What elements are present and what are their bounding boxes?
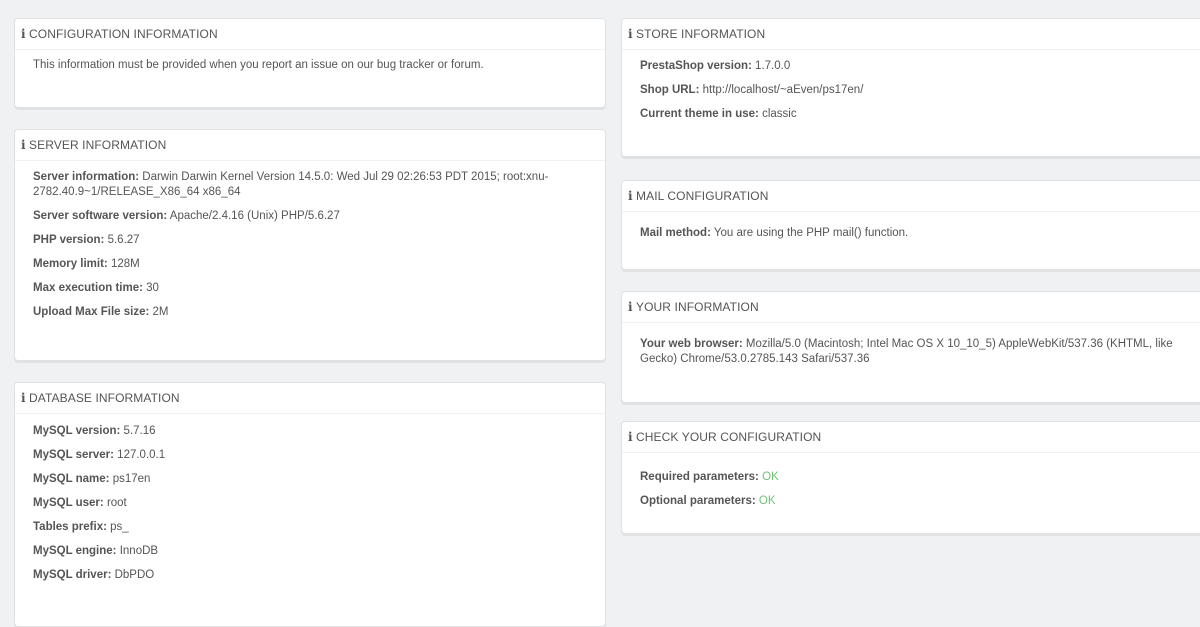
info-row: Memory limit: 128M [33, 257, 587, 272]
check-configuration-panel: i CHECK YOUR CONFIGURATION Required param… [621, 421, 1200, 534]
info-row: Optional parameters: OK [640, 494, 1191, 509]
info-row: MySQL name: ps17en [33, 472, 587, 487]
info-label: Max execution time: [33, 282, 143, 294]
info-row: PrestaShop version: 1.7.0.0 [640, 59, 1191, 74]
info-value: 127.0.0.1 [117, 449, 166, 461]
info-label: Mail method: [640, 227, 711, 239]
info-label: MySQL name: [33, 473, 110, 485]
info-icon: i [21, 138, 26, 152]
info-icon: i [628, 189, 633, 203]
server-information-panel: i SERVER INFORMATION Server information: … [14, 129, 606, 361]
panel-heading: i STORE INFORMATION [622, 19, 1200, 50]
info-label: Server information: [33, 171, 140, 183]
panel-body: Mail method: You are using the PHP mail(… [622, 212, 1200, 256]
info-label: Upload Max File size: [33, 306, 150, 318]
info-label: Optional parameters: [640, 495, 756, 507]
info-label: MySQL driver: [33, 569, 112, 581]
info-label: MySQL server: [33, 449, 114, 461]
panel-title: CHECK YOUR CONFIGURATION [636, 430, 822, 444]
status-ok: OK [758, 495, 776, 507]
info-icon: i [21, 391, 26, 405]
panel-heading: i CHECK YOUR CONFIGURATION [622, 422, 1200, 453]
info-row: Server information: Darwin Darwin Kernel… [33, 170, 587, 200]
panel-title: DATABASE INFORMATION [29, 391, 180, 405]
info-value: InnoDB [119, 545, 159, 557]
info-value: 30 [146, 282, 159, 294]
panel-heading: i DATABASE INFORMATION [15, 383, 605, 414]
info-value: ps17en [112, 473, 151, 485]
info-row: Max execution time: 30 [33, 281, 587, 296]
configuration-information-panel: i CONFIGURATION INFORMATION This informat… [14, 18, 606, 108]
info-value: ps_ [110, 521, 129, 533]
your-information-panel: i YOUR INFORMATION Your web browser: Mozi… [621, 291, 1200, 403]
info-value: Apache/2.4.16 (Unix) PHP/5.6.27 [169, 210, 340, 222]
info-row: Server software version: Apache/2.4.16 (… [33, 209, 587, 224]
info-value: root [106, 497, 127, 509]
info-label: Your web browser: [640, 338, 743, 350]
info-label: MySQL user: [33, 497, 104, 509]
mail-configuration-panel: i MAIL CONFIGURATION Mail method: You are… [621, 180, 1200, 270]
info-row: MySQL version: 5.7.16 [33, 424, 587, 439]
info-label: MySQL engine: [33, 545, 117, 557]
info-icon: i [21, 27, 26, 41]
panel-body: Server information: Darwin Darwin Kernel… [15, 161, 605, 335]
info-label: Required parameters: [640, 471, 759, 483]
info-label: Shop URL: [640, 84, 700, 96]
info-row: MySQL user: root [33, 496, 587, 511]
status-ok: OK [762, 471, 779, 483]
panel-heading: i SERVER INFORMATION [15, 130, 605, 161]
info-row: MySQL driver: DbPDO [33, 568, 587, 583]
panel-body: PrestaShop version: 1.7.0.0 Shop URL: ht… [622, 50, 1200, 137]
panel-body: Required parameters: OK Optional paramet… [622, 453, 1200, 524]
info-label: Server software version: [33, 210, 168, 222]
info-value: 5.7.16 [123, 425, 156, 437]
panel-title: CONFIGURATION INFORMATION [29, 27, 218, 41]
info-label: PHP version: [33, 234, 105, 246]
info-icon: i [628, 27, 633, 41]
panel-title: SERVER INFORMATION [29, 138, 167, 152]
info-row: Current theme in use: classic [640, 107, 1191, 122]
panel-heading: i YOUR INFORMATION [622, 292, 1200, 323]
info-label: Tables prefix: [33, 521, 107, 533]
info-value: http://localhost/~aEven/ps17en/ [702, 84, 864, 96]
info-label: MySQL version: [33, 425, 121, 437]
info-label: PrestaShop version: [640, 60, 752, 72]
panel-heading: i MAIL CONFIGURATION [622, 181, 1200, 212]
info-value: 5.6.27 [107, 234, 140, 246]
info-icon: i [628, 300, 633, 314]
info-row: PHP version: 5.6.27 [33, 233, 587, 248]
info-value: 1.7.0.0 [755, 60, 791, 72]
info-row: Shop URL: http://localhost/~aEven/ps17en… [640, 83, 1191, 98]
info-value: DbPDO [114, 569, 155, 581]
panel-body: MySQL version: 5.7.16 MySQL server: 127.… [15, 414, 605, 598]
database-information-panel: i DATABASE INFORMATION MySQL version: 5.7… [14, 382, 606, 627]
info-row: MySQL engine: InnoDB [33, 544, 587, 559]
panel-body: Your web browser: Mozilla/5.0 (Macintosh… [622, 323, 1200, 382]
panel-title: YOUR INFORMATION [636, 300, 759, 314]
info-row: Tables prefix: ps_ [33, 520, 587, 535]
info-icon: i [628, 430, 633, 444]
info-row: MySQL server: 127.0.0.1 [33, 448, 587, 463]
panel-heading: i CONFIGURATION INFORMATION [15, 19, 605, 50]
panel-body: This information must be provided when y… [15, 50, 605, 88]
configuration-note: This information must be provided when y… [33, 59, 484, 71]
info-value: 128M [110, 258, 140, 270]
info-label: Current theme in use: [640, 108, 759, 120]
info-row: Upload Max File size: 2M [33, 305, 587, 320]
info-value: 2M [152, 306, 169, 318]
info-row: Required parameters: OK [640, 470, 1191, 485]
info-label: Memory limit: [33, 258, 108, 270]
panel-title: STORE INFORMATION [636, 27, 766, 41]
info-value: classic [762, 108, 797, 120]
store-information-panel: i STORE INFORMATION PrestaShop version: 1… [621, 18, 1200, 157]
info-row: Mail method: You are using the PHP mail(… [640, 226, 1191, 241]
info-value: You are using the PHP mail() function. [713, 227, 909, 239]
info-row: Your web browser: Mozilla/5.0 (Macintosh… [640, 337, 1179, 367]
panel-title: MAIL CONFIGURATION [636, 189, 769, 203]
